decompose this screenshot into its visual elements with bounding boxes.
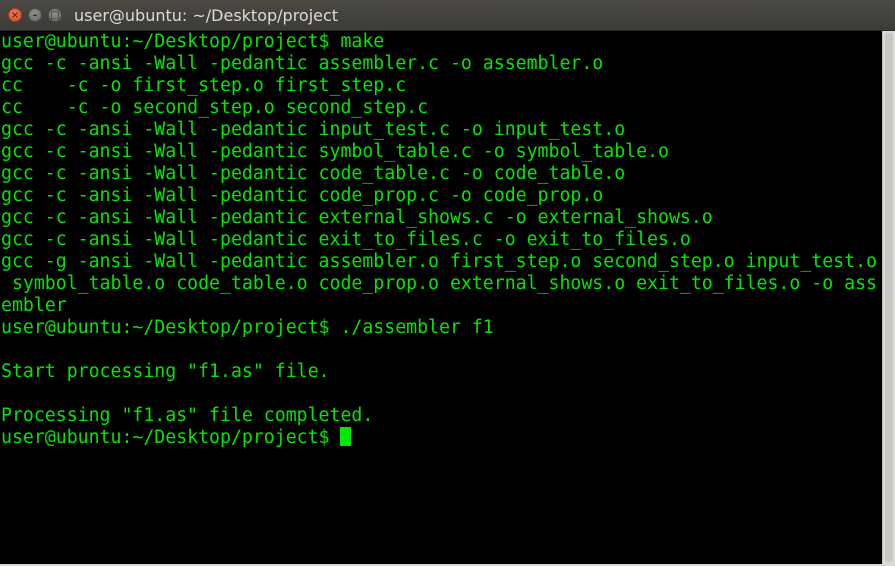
title-bar[interactable]: × – □ user@ubuntu: ~/Desktop/project (0, 0, 895, 31)
window-title: user@ubuntu: ~/Desktop/project (74, 6, 339, 25)
terminal-line: cc -c -o second_step.o second_step.c (1, 97, 429, 118)
text-cursor (340, 427, 352, 446)
maximize-icon[interactable]: □ (48, 8, 62, 22)
terminal-line: gcc -c -ansi -Wall -pedantic code_table.… (1, 163, 626, 184)
close-icon[interactable]: × (8, 8, 22, 22)
terminal-line: gcc -c -ansi -Wall -pedantic external_sh… (1, 207, 713, 228)
terminal-line: Processing "f1.as" file completed. (1, 405, 374, 426)
terminal-line: user@ubuntu:~/Desktop/project$ ./assembl… (1, 317, 494, 338)
shell-prompt: user@ubuntu:~/Desktop/project$ (1, 427, 341, 448)
vertical-scrollbar[interactable] (882, 31, 895, 566)
prompt-line[interactable]: user@ubuntu:~/Desktop/project$ (1, 427, 882, 449)
terminal-line: gcc -g -ansi -Wall -pedantic assembler.o… (1, 251, 877, 272)
terminal-line: cc -c -o first_step.o first_step.c (1, 75, 407, 96)
terminal-line: gcc -c -ansi -Wall -pedantic input_test.… (1, 119, 626, 140)
terminal-line: gcc -c -ansi -Wall -pedantic assembler.c… (1, 53, 604, 74)
terminal-line: user@ubuntu:~/Desktop/project$ make (1, 31, 385, 52)
terminal-output[interactable]: user@ubuntu:~/Desktop/project$ make gcc … (0, 31, 882, 566)
terminal-line: gcc -c -ansi -Wall -pedantic code_prop.c… (1, 185, 604, 206)
scrollbar-thumb[interactable] (885, 33, 893, 562)
terminal-line: gcc -c -ansi -Wall -pedantic exit_to_fil… (1, 229, 691, 250)
terminal-line: gcc -c -ansi -Wall -pedantic symbol_tabl… (1, 141, 669, 162)
terminal-line: Start processing "f1.as" file. (1, 361, 330, 382)
terminal-line: symbol_table.o code_table.o code_prop.o … (1, 273, 877, 294)
minimize-icon[interactable]: – (28, 8, 42, 22)
terminal-line: embler (1, 295, 67, 316)
terminal-window: × – □ user@ubuntu: ~/Desktop/project use… (0, 0, 895, 566)
